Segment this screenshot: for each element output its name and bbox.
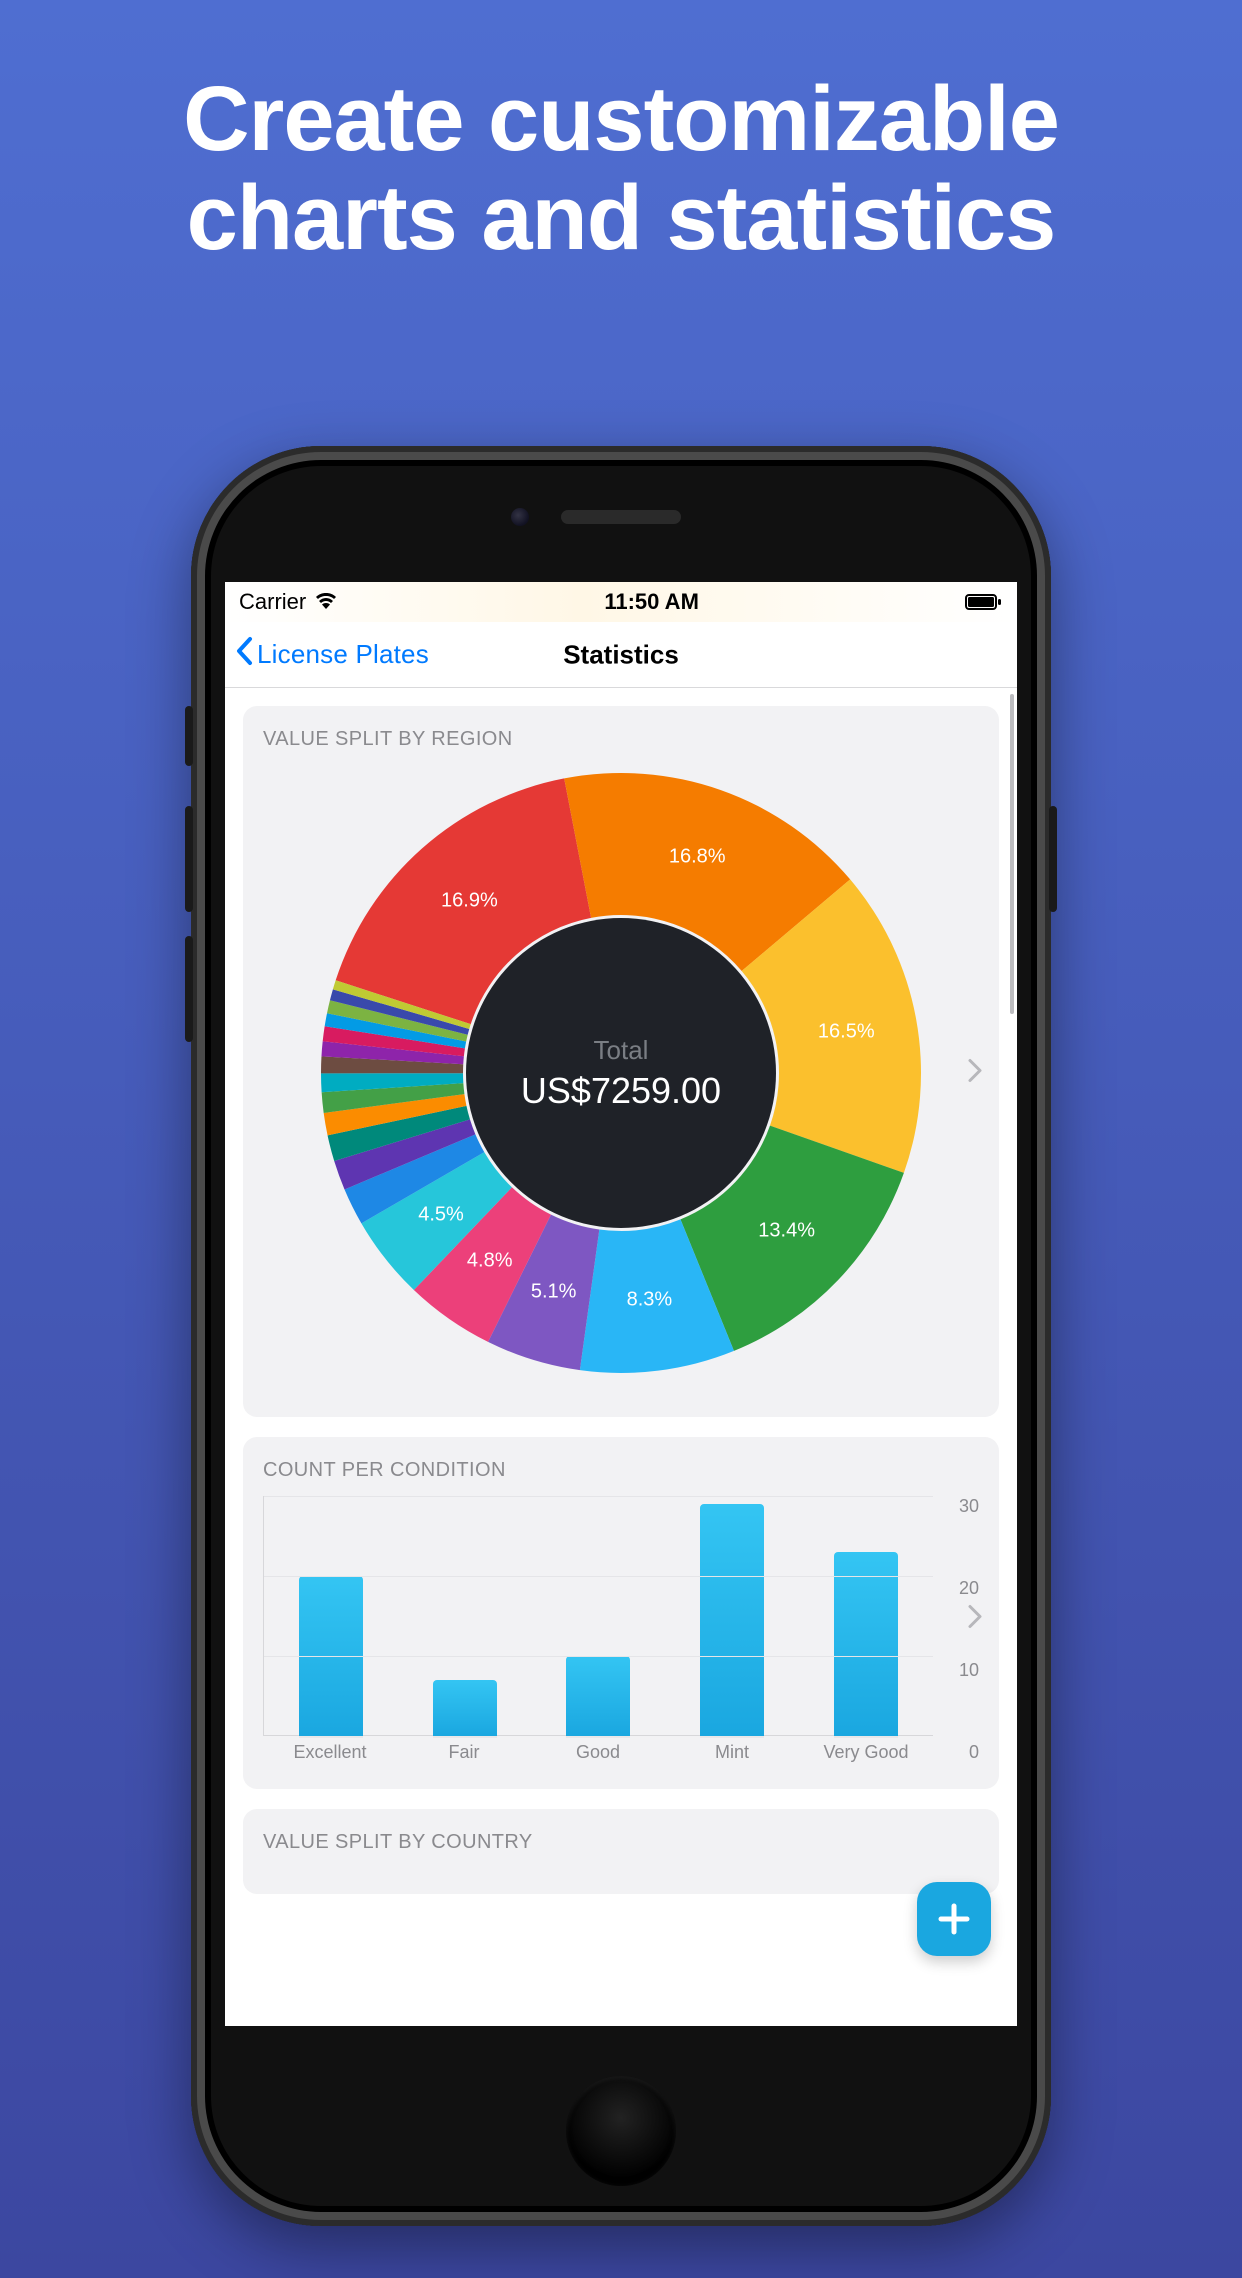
promo-line-2: charts and statistics	[0, 169, 1242, 268]
chevron-right-icon[interactable]	[967, 1058, 983, 1089]
y-tick: 10	[959, 1660, 979, 1681]
bar[interactable]	[433, 1680, 497, 1736]
wifi-icon	[314, 589, 338, 615]
content-scroll[interactable]: VALUE SPLIT BY REGION Total US$7259.00 1…	[225, 688, 1017, 2026]
donut-slice-label: 16.8%	[669, 846, 726, 869]
donut-center-label: Total	[594, 1035, 649, 1066]
home-button	[566, 2076, 676, 2186]
donut-chart[interactable]: Total US$7259.00 16.9% 16.8% 16.5% 13.4% 8.3…	[311, 763, 931, 1383]
card-count-per-condition[interactable]: COUNT PER CONDITION Excellent Fair Good Min…	[243, 1437, 999, 1789]
donut-slice-label: 4.8%	[467, 1249, 513, 1272]
x-tick: Fair	[414, 1742, 514, 1763]
power-button	[1049, 806, 1057, 912]
bar[interactable]	[834, 1552, 898, 1736]
chevron-left-icon	[235, 636, 255, 673]
donut-slice-label: 16.5%	[818, 1020, 875, 1043]
card-value-split-by-region[interactable]: VALUE SPLIT BY REGION Total US$7259.00 1…	[243, 706, 999, 1417]
bar[interactable]	[566, 1656, 630, 1736]
volume-up-button	[185, 806, 193, 912]
grid-line	[264, 1656, 933, 1657]
x-tick: Excellent	[280, 1742, 380, 1763]
card-value-split-by-country[interactable]: VALUE SPLIT BY COUNTRY	[243, 1809, 999, 1894]
back-label: License Plates	[257, 639, 429, 670]
bar-x-axis: Excellent Fair Good Mint Very Good	[263, 1742, 933, 1763]
bar-chart[interactable]	[263, 1496, 933, 1736]
back-button[interactable]: License Plates	[235, 636, 429, 673]
grid-line	[264, 1496, 933, 1497]
add-button[interactable]	[917, 1882, 991, 1956]
donut-slice-label: 13.4%	[758, 1220, 815, 1243]
page-title: Statistics	[563, 639, 679, 670]
clock-label: 11:50 AM	[604, 589, 699, 615]
donut-slice-label: 16.9%	[441, 890, 498, 913]
phone-frame: Carrier 11:50 AM	[191, 446, 1051, 2226]
scrollbar[interactable]	[1010, 694, 1014, 1014]
card-title: VALUE SPLIT BY REGION	[263, 728, 979, 751]
card-title: VALUE SPLIT BY COUNTRY	[263, 1831, 979, 1854]
y-tick: 30	[959, 1496, 979, 1517]
battery-icon	[965, 593, 1003, 611]
promo-line-1: Create customizable	[0, 70, 1242, 169]
bar[interactable]	[700, 1504, 764, 1736]
donut-center-value: US$7259.00	[521, 1070, 721, 1112]
donut-center: Total US$7259.00	[466, 918, 776, 1228]
donut-slice-label: 4.5%	[418, 1203, 464, 1226]
carrier-label: Carrier	[239, 589, 306, 615]
nav-bar: License Plates Statistics	[225, 622, 1017, 688]
volume-down-button	[185, 936, 193, 1042]
grid-line	[264, 1576, 933, 1577]
y-tick: 0	[969, 1742, 979, 1763]
donut-slice-label: 8.3%	[627, 1289, 673, 1312]
status-bar: Carrier 11:50 AM	[225, 582, 1017, 622]
x-tick: Very Good	[816, 1742, 916, 1763]
chevron-right-icon[interactable]	[967, 1603, 983, 1634]
earpiece-speaker	[561, 510, 681, 524]
donut-slice-label: 5.1%	[531, 1280, 577, 1303]
plus-icon	[935, 1900, 973, 1938]
screen: Carrier 11:50 AM	[225, 582, 1017, 2026]
card-title: COUNT PER CONDITION	[263, 1459, 979, 1482]
x-tick: Mint	[682, 1742, 782, 1763]
y-tick: 20	[959, 1578, 979, 1599]
mute-switch	[185, 706, 193, 766]
promo-headline: Create customizable charts and statistic…	[0, 70, 1242, 269]
front-camera	[511, 508, 529, 526]
x-tick: Good	[548, 1742, 648, 1763]
